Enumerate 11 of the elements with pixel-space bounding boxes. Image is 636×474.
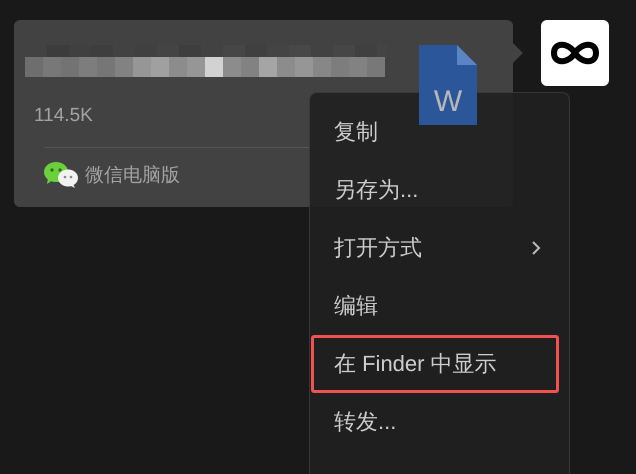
document-icon — [419, 45, 477, 125]
avatar[interactable] — [541, 20, 609, 86]
file-size: 114.5K — [34, 105, 94, 127]
menu-item[interactable]: 另存为... — [310, 161, 569, 219]
file-type-letter: W — [432, 85, 464, 119]
menu-item[interactable]: 在 Finder 中显示 — [311, 335, 559, 393]
source-label: 微信电脑版 — [85, 164, 180, 188]
menu-item[interactable]: 转发... — [310, 393, 569, 451]
chat-bubbles-icon — [44, 162, 78, 188]
menu-item[interactable]: 打开方式 — [310, 219, 569, 277]
menu-item[interactable]: 编辑 — [310, 277, 569, 335]
